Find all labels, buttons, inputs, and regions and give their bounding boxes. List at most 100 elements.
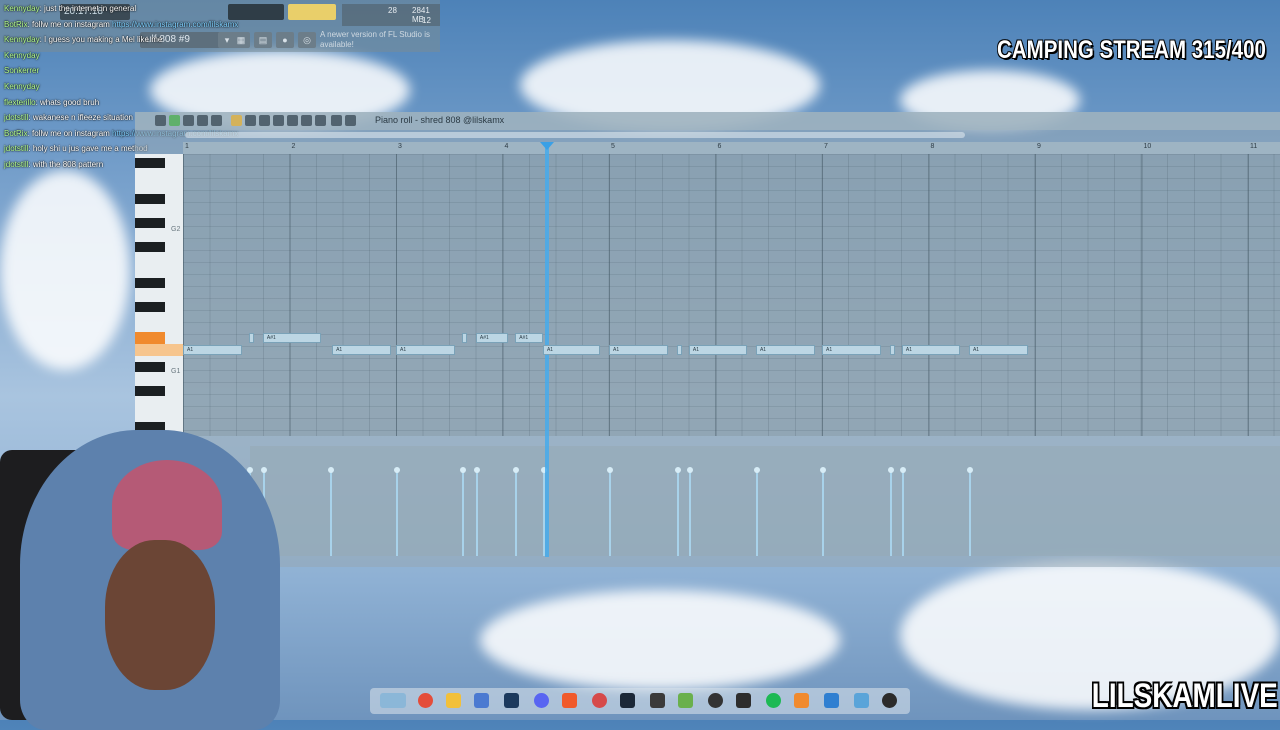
taskbar [370,688,910,714]
velocity-stem[interactable] [966,467,973,556]
velocity-lane[interactable] [247,446,1280,556]
brave-icon[interactable] [562,693,577,708]
velocity-stem[interactable] [820,467,826,556]
velocity-stem[interactable] [675,467,682,556]
paint-tool-icon[interactable] [245,115,256,126]
discord-icon[interactable] [534,693,549,708]
photoshop-icon[interactable] [504,693,519,708]
velocity-stem[interactable] [888,467,895,556]
app-icon[interactable] [650,693,665,708]
black-key[interactable] [135,218,165,228]
piano-roll-titlebar[interactable]: Piano roll - shred 808 @lilskamx [135,112,1280,130]
mute-tool-icon[interactable] [273,115,284,126]
folder-icon[interactable] [446,693,461,708]
media-player-icon[interactable] [882,693,897,708]
note-a1[interactable]: A1 [677,345,683,355]
velocity-stem[interactable] [473,467,480,556]
draw-tool-icon[interactable] [231,115,242,126]
note-asharp1[interactable]: A#1 [475,333,508,343]
piano-roll-title: Piano roll - shred 808 @lilskamx [375,115,505,125]
note-asharp1[interactable]: A#1 [515,333,543,343]
recorder-icon[interactable] [592,693,607,708]
note-a1[interactable]: A1 [332,345,391,355]
black-key[interactable] [135,194,165,204]
velocity-stem[interactable] [460,467,467,556]
active-key[interactable] [135,332,165,344]
app-icon[interactable] [380,693,406,708]
online-icon[interactable]: ◎ [298,32,316,48]
velocity-stem[interactable] [607,467,613,556]
steam-icon[interactable] [620,693,635,708]
chat-link[interactable]: https://www.instagram.com/lilskamx [110,20,238,29]
black-key[interactable] [135,278,165,288]
master-volume[interactable] [288,4,336,20]
chrome-icon[interactable] [418,693,433,708]
play-icon[interactable] [169,115,180,126]
black-key[interactable] [135,362,165,372]
bar-number: 3 [398,143,402,150]
velocity-stem[interactable] [513,467,520,556]
loop-icon[interactable] [197,115,208,126]
note-grid[interactable] [183,154,1280,436]
channel-name: LILSKAMLIVE [1092,677,1278,715]
velocity-stem[interactable] [753,467,760,556]
note-a1[interactable]: A1 [688,345,748,355]
chat-username: jdotstill [4,160,29,169]
timeline-ruler[interactable]: 1 2 3 4 5 6 7 8 9 10 11 [183,142,1280,154]
bar-number: 4 [504,143,509,150]
playback-tool-icon[interactable] [345,115,356,126]
note-asharp1[interactable]: A#1 [262,333,322,343]
delete-tool-icon[interactable] [259,115,270,126]
undo-icon[interactable] [211,115,222,126]
black-key[interactable] [135,302,165,312]
chat-message: jdotstill: wakanese n ifleeze situation [4,113,133,122]
stop-icon[interactable] [183,115,194,126]
app-icon[interactable] [678,693,693,708]
spotify-icon[interactable] [766,693,781,708]
velocity-stem[interactable] [686,467,693,556]
note-a1[interactable]: A1 [822,345,881,355]
zoom-tool-icon[interactable] [315,115,326,126]
app-icon[interactable] [736,693,751,708]
select-tool-icon[interactable] [301,115,312,126]
black-key[interactable] [135,386,165,396]
chat-message: Kennyday [4,82,40,91]
store-icon[interactable] [474,693,489,708]
magnet-icon[interactable] [155,115,166,126]
speaker-icon[interactable] [331,115,342,126]
piano-keyboard[interactable]: G2 G1 [135,154,183,436]
notepad-icon[interactable] [854,693,869,708]
app-icon[interactable] [708,693,723,708]
update-hint[interactable]: A newer version of FL Studio is availabl… [320,30,430,50]
note-a1[interactable]: A1 [901,345,961,355]
snap-button[interactable]: ▦ [232,32,250,48]
chat-text: : wakanese n ifleeze situation [28,113,133,123]
velocity-stem[interactable] [899,467,906,556]
note-a1[interactable]: A1 [890,345,896,355]
bar-number: 9 [1037,143,1041,150]
note-a1[interactable]: A1 [968,345,1028,355]
fl-studio-icon[interactable] [794,693,809,708]
slice-tool-icon[interactable] [287,115,298,126]
step-button[interactable]: ▤ [254,32,272,48]
velocity-stem[interactable] [394,467,400,556]
note-a1[interactable]: A1 [183,345,242,355]
black-key[interactable] [135,242,165,252]
note-a1[interactable]: A1 [396,345,455,355]
note-a1[interactable]: A1 [542,345,601,355]
note-a1[interactable]: A1 [755,345,815,355]
poly-value: 12 [422,16,431,25]
chat-username: jdotstill [4,144,29,154]
black-key[interactable] [135,158,165,168]
playhead-marker[interactable] [540,142,554,150]
note-asharp1[interactable]: A#1 [249,333,255,343]
note-a1[interactable]: A1 [609,345,668,355]
record-button[interactable]: ● [276,32,294,48]
horizontal-scrollbar[interactable] [185,132,965,138]
bar-number: 7 [824,143,828,150]
chat-text: : just the internet in general [39,4,137,13]
app-icon[interactable] [824,693,839,708]
chat-message: flexterillo: whats good bruh [4,98,99,107]
chat-text: : whats good bruh [35,97,100,107]
note-asharp1[interactable]: A#1 [462,333,468,343]
